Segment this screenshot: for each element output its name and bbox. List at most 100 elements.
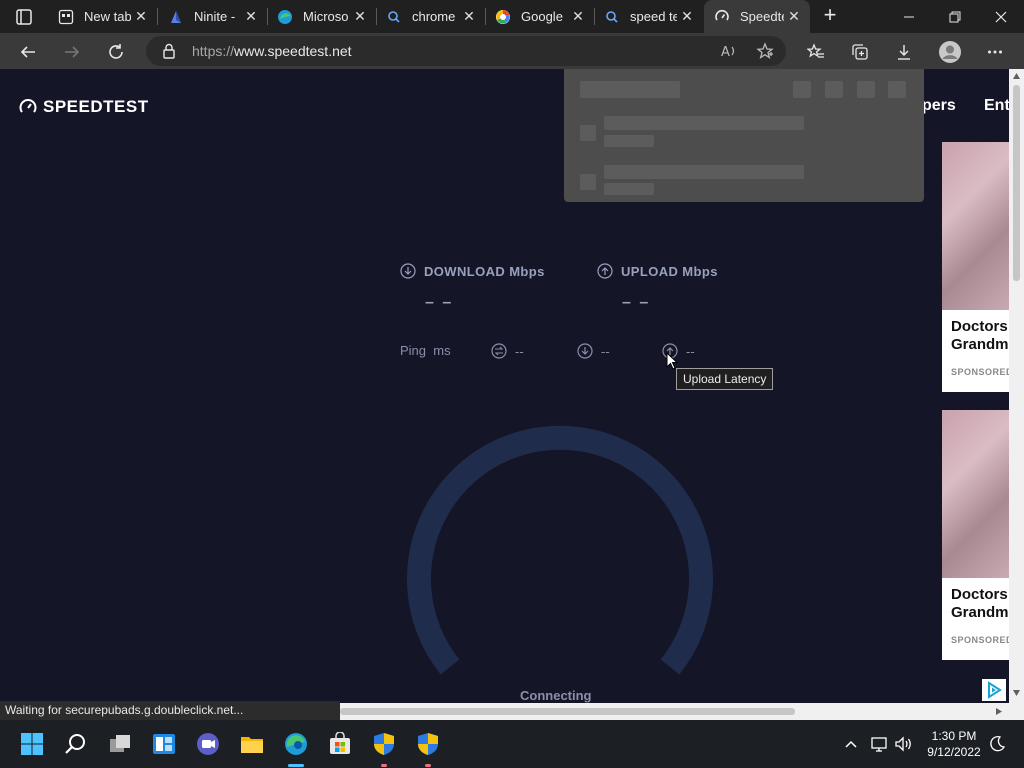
favorites-button[interactable] xyxy=(803,39,829,65)
active-app-indicator xyxy=(288,764,304,767)
widgets-button[interactable] xyxy=(152,732,176,756)
close-tab-icon[interactable]: ✕ xyxy=(784,8,804,25)
browser-titlebar: New tab ✕ Ninite - ✕ Microso ✕ chrome ✕ … xyxy=(0,0,1024,33)
downloads-button[interactable] xyxy=(891,39,917,65)
add-favorite-icon[interactable] xyxy=(756,42,774,65)
download-value: – – xyxy=(425,294,454,311)
tab-speedtest[interactable]: Speedte ✕ xyxy=(704,0,810,33)
tab-speed-test-search[interactable]: speed te ✕ xyxy=(594,0,703,33)
skeleton-block xyxy=(793,81,811,98)
app-indicator xyxy=(425,764,431,767)
ad-headline: Doctors Grandm xyxy=(951,586,1009,621)
upload-label-text: UPLOAD Mbps xyxy=(621,263,718,279)
nav-link-enterprise[interactable]: Ent xyxy=(984,97,1009,115)
nav-link-developers[interactable]: pers xyxy=(922,97,956,115)
ninite-icon xyxy=(168,9,184,25)
read-aloud-icon[interactable]: A xyxy=(720,42,738,65)
scroll-right-icon[interactable] xyxy=(996,708,1002,715)
tab-microsoft[interactable]: Microso ✕ xyxy=(267,0,376,33)
download-latency-metric[interactable]: -- xyxy=(577,343,610,359)
ad-card[interactable]: Doctors Grandm SPONSORED xyxy=(942,410,1009,660)
download-label: DOWNLOAD Mbps xyxy=(400,263,545,279)
network-icon[interactable] xyxy=(870,720,890,768)
close-tab-icon[interactable]: ✕ xyxy=(241,8,261,25)
edge-icon xyxy=(285,733,307,755)
speed-gauge xyxy=(407,425,713,675)
start-button[interactable] xyxy=(20,732,44,756)
tab-title: chrome xyxy=(412,9,456,24)
new-tab-button[interactable]: + xyxy=(818,4,842,28)
teams-chat-button[interactable] xyxy=(196,732,220,756)
clock-date: 9/12/2022 xyxy=(927,745,981,759)
lock-icon[interactable] xyxy=(162,43,176,64)
download-label-text: DOWNLOAD Mbps xyxy=(424,263,545,279)
close-tab-icon[interactable]: ✕ xyxy=(568,8,588,25)
security-shield-button[interactable] xyxy=(416,732,440,756)
tab-ninite[interactable]: Ninite - ✕ xyxy=(158,0,267,33)
profile-avatar[interactable] xyxy=(937,39,963,65)
settings-more-button[interactable] xyxy=(982,39,1008,65)
volume-icon[interactable] xyxy=(894,720,914,768)
file-explorer-button[interactable] xyxy=(240,732,264,756)
horizontal-scroll-thumb[interactable] xyxy=(340,708,795,715)
close-tab-icon[interactable]: ✕ xyxy=(677,8,697,25)
skeleton-block xyxy=(604,135,654,147)
minimize-button[interactable] xyxy=(886,0,932,33)
adchoices-icon[interactable] xyxy=(982,679,1006,701)
folder-icon xyxy=(241,737,263,753)
upload-latency-value: -- xyxy=(686,343,695,359)
ad-headline: Doctors Grandm xyxy=(951,318,1009,353)
close-tab-icon[interactable]: ✕ xyxy=(350,8,370,25)
back-button[interactable] xyxy=(15,39,41,65)
scroll-down-icon[interactable] xyxy=(1013,690,1020,696)
tab-title: Google xyxy=(521,9,563,24)
skeleton-block xyxy=(580,174,596,190)
restore-button[interactable] xyxy=(932,0,978,33)
search-icon xyxy=(386,9,402,25)
tab-chrome-search[interactable]: chrome ✕ xyxy=(376,0,485,33)
upload-label: UPLOAD Mbps xyxy=(597,263,718,279)
tab-title: speed te xyxy=(630,9,677,24)
ad-card[interactable]: Doctors Grandm SPONSORED xyxy=(942,142,1009,392)
scroll-up-icon[interactable] xyxy=(1013,73,1020,79)
vertical-scrollbar[interactable] xyxy=(1009,69,1024,703)
close-tab-icon[interactable]: ✕ xyxy=(131,8,151,25)
tab-actions-icon[interactable] xyxy=(14,7,34,27)
tab-google[interactable]: Google ✕ xyxy=(485,0,594,33)
vertical-scroll-thumb[interactable] xyxy=(1013,85,1020,281)
forward-button[interactable] xyxy=(59,39,85,65)
refresh-button[interactable] xyxy=(103,39,129,65)
jitter-metric[interactable]: -- xyxy=(491,343,524,359)
speedtest-logo[interactable]: SPEEDTEST xyxy=(18,97,149,117)
skeleton-block xyxy=(604,183,654,195)
skeleton-block xyxy=(825,81,843,98)
ping-unit: ms xyxy=(433,343,451,358)
skeleton-block xyxy=(604,165,804,179)
search-icon xyxy=(604,9,620,25)
taskbar-search-button[interactable] xyxy=(64,732,88,756)
logo-text: SPEEDTEST xyxy=(43,97,149,116)
download-arrow-icon xyxy=(400,263,416,279)
close-window-button[interactable] xyxy=(978,0,1024,33)
teams-chat-icon xyxy=(197,733,219,755)
close-tab-icon[interactable]: ✕ xyxy=(459,8,479,25)
security-shield-button[interactable] xyxy=(372,732,396,756)
ad-image xyxy=(942,410,1009,578)
task-view-button[interactable] xyxy=(108,732,132,756)
tab-new-tab[interactable]: New tab ✕ xyxy=(48,0,157,33)
url-domain: www.speedtest.net xyxy=(234,43,352,59)
upload-value: – – xyxy=(622,294,651,311)
collections-button[interactable] xyxy=(847,39,873,65)
focus-assist-icon[interactable] xyxy=(988,720,1006,768)
tab-title: New tab xyxy=(84,9,131,24)
speedtest-logo-icon xyxy=(19,99,37,113)
system-clock[interactable]: 1:30 PM 9/12/2022 xyxy=(922,728,986,760)
address-bar[interactable]: https://www.speedtest.net A xyxy=(146,36,786,66)
edge-taskbar-button[interactable] xyxy=(284,732,308,756)
tab-title: Microso xyxy=(303,9,349,24)
store-button[interactable] xyxy=(328,731,352,756)
status-bar: Waiting for securepubads.g.doubleclick.n… xyxy=(0,701,340,720)
show-hidden-icons-button[interactable] xyxy=(843,720,859,768)
tab-title: Speedte xyxy=(740,9,784,24)
horizontal-scrollbar[interactable] xyxy=(340,703,1009,720)
